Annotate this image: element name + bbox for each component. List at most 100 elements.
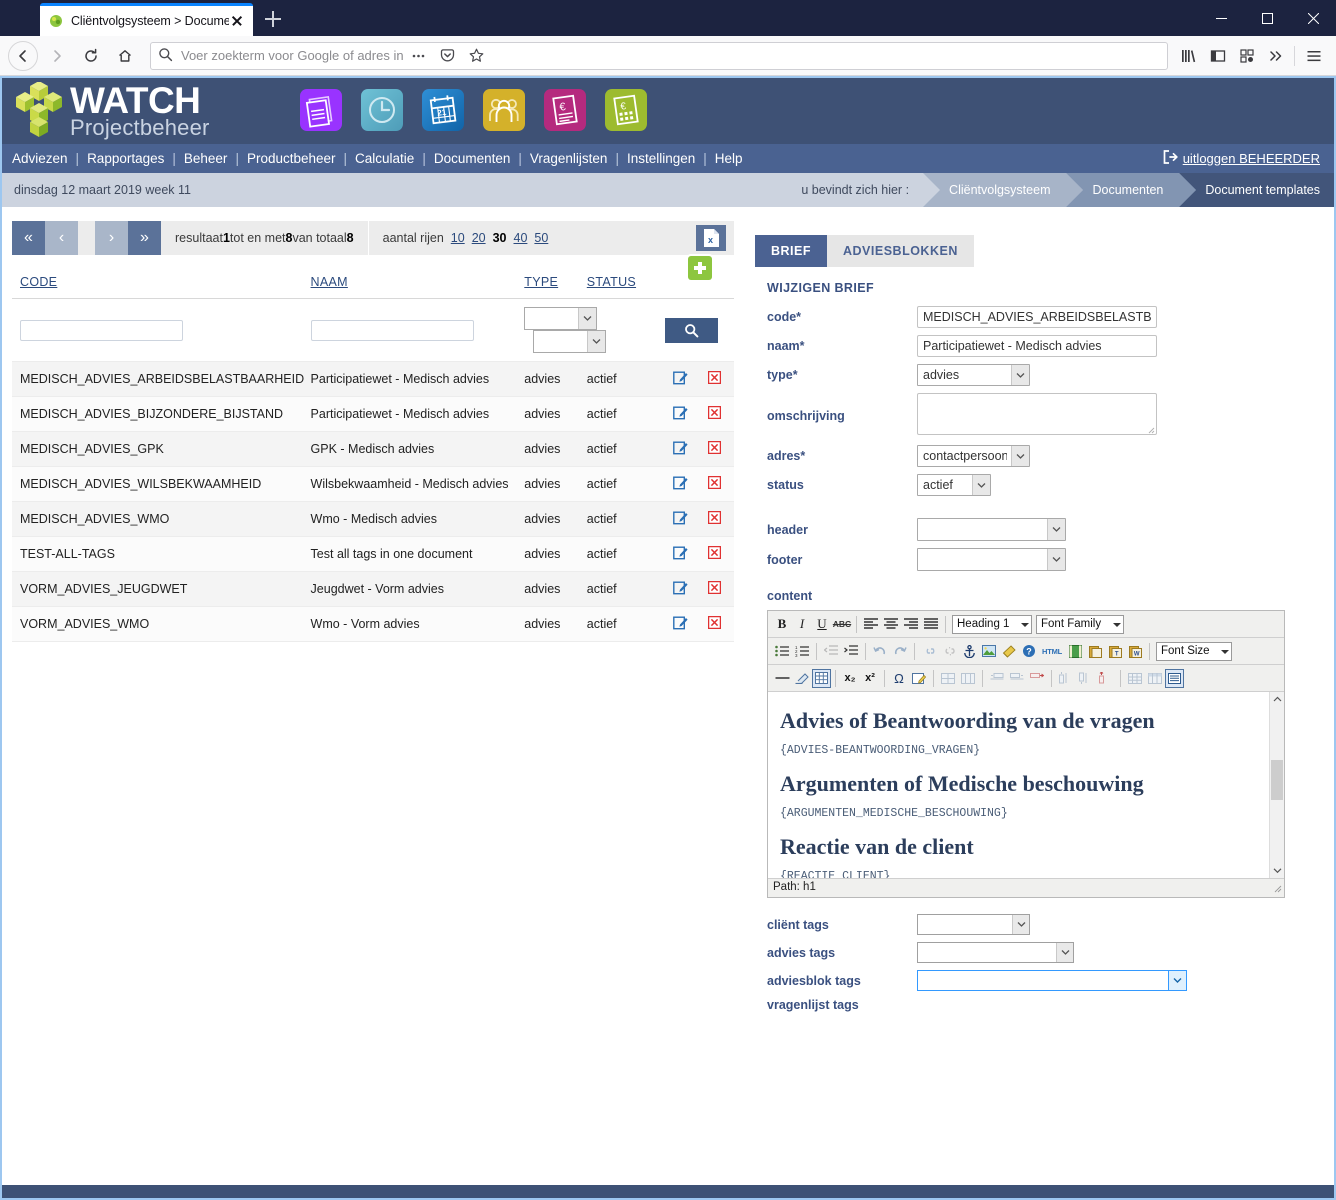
rows-option-30[interactable]: 30 (493, 231, 507, 245)
footer-select[interactable] (917, 548, 1066, 571)
adviesblok-tags-select[interactable] (917, 970, 1187, 991)
library-icon[interactable] (1174, 42, 1203, 70)
resize-handle-icon[interactable] (1147, 422, 1155, 437)
delete-icon[interactable] (708, 615, 722, 632)
table-row[interactable]: TEST-ALL-TAGS Test all tags in one docume… (12, 536, 734, 572)
menu-item-vragenlijsten[interactable]: Vragenlijsten (530, 151, 608, 166)
bullet-list-icon[interactable] (772, 641, 792, 661)
invoice-euro-icon[interactable]: € (543, 89, 586, 131)
sort-type[interactable]: TYPE (524, 275, 558, 289)
advies-tags-select[interactable] (917, 942, 1074, 963)
edit-icon[interactable] (673, 476, 688, 493)
browser-tab[interactable]: Cliëntvolgsysteem > Documenten (40, 3, 253, 36)
format-select[interactable]: Heading 1 (952, 614, 1032, 634)
people-icon[interactable] (482, 89, 525, 131)
logout-button[interactable]: uitloggen BEHEERDER (1163, 150, 1320, 167)
menu-item-adviezen[interactable]: Adviezen (12, 151, 68, 166)
editor-scrollbar[interactable] (1269, 692, 1284, 878)
filter-naam-input[interactable] (310, 319, 474, 341)
menu-item-calculatie[interactable]: Calculatie (355, 151, 414, 166)
align-left-icon[interactable] (861, 614, 881, 634)
add-template-button[interactable] (688, 256, 712, 280)
pocket-icon[interactable] (433, 42, 462, 70)
url-bar[interactable]: Voer zoekterm voor Google of adres in (150, 41, 1168, 70)
undo-icon[interactable] (870, 641, 890, 661)
table-row[interactable]: MEDISCH_ADVIES_BIJZONDERE_BIJSTAND Partic… (12, 396, 734, 432)
edit-icon[interactable] (673, 511, 688, 528)
sort-code[interactable]: CODE (20, 275, 57, 289)
media-icon[interactable] (1065, 641, 1085, 661)
table-cell-props-icon[interactable] (1145, 668, 1165, 688)
chevron-double-right-icon[interactable] (1261, 42, 1290, 70)
screenshot-icon[interactable] (1232, 42, 1261, 70)
redo-icon[interactable] (890, 641, 910, 661)
window-minimize-button[interactable] (1198, 0, 1244, 36)
outdent-icon[interactable] (821, 641, 841, 661)
bold-icon[interactable]: B (772, 614, 792, 634)
table-row[interactable]: MEDISCH_ADVIES_ARBEIDSBELASTBAARHEID Part… (12, 361, 734, 397)
fontsize-select[interactable]: Font Size (1156, 641, 1232, 661)
fontfamily-select[interactable]: Font Family (1036, 614, 1124, 634)
remove-format-icon[interactable] (792, 668, 812, 688)
paste-text-icon[interactable]: T (1105, 641, 1125, 661)
breadcrumb-item-clientvolgsysteem[interactable]: Cliëntvolgsysteem (923, 173, 1084, 207)
table-row[interactable]: VORM_ADVIES_WMO Wmo - Vorm advies advies ac… (12, 606, 734, 642)
edit-icon[interactable] (673, 406, 688, 423)
edit-source-icon[interactable] (909, 668, 929, 688)
documents-icon[interactable] (299, 89, 342, 131)
app-logo[interactable]: WATCH Projectbeheer (10, 81, 210, 139)
menu-item-documenten[interactable]: Documenten (434, 151, 511, 166)
back-arrow-icon[interactable] (8, 40, 38, 71)
tab-adviesblokken[interactable]: ADVIESBLOKKEN (827, 235, 974, 267)
reload-icon[interactable] (76, 41, 106, 71)
scroll-up-icon[interactable] (1270, 692, 1284, 707)
table-row[interactable]: MEDISCH_ADVIES_WILSBEKWAAMHEID Wilsbekwaa… (12, 466, 734, 502)
special-character-icon[interactable]: Ω (889, 668, 909, 688)
italic-icon[interactable]: I (792, 614, 812, 634)
superscript-icon[interactable]: x² (860, 668, 880, 688)
calculator-euro-icon[interactable]: € (604, 89, 647, 131)
rows-option-10[interactable]: 10 (451, 231, 465, 245)
menu-item-productbeheer[interactable]: Productbeheer (247, 151, 336, 166)
html-source-icon[interactable]: HTML (1039, 641, 1065, 661)
split-cells-icon[interactable] (958, 668, 978, 688)
menu-item-help[interactable]: Help (715, 151, 743, 166)
window-close-button[interactable] (1290, 0, 1336, 36)
scroll-down-icon[interactable] (1270, 863, 1284, 878)
insert-column-after-icon[interactable] (1076, 668, 1096, 688)
cleanup-icon[interactable] (999, 641, 1019, 661)
edit-icon[interactable] (673, 441, 688, 458)
delete-icon[interactable] (708, 580, 722, 597)
align-right-icon[interactable] (901, 614, 921, 634)
status-select[interactable]: actief (917, 474, 991, 496)
menu-item-beheer[interactable]: Beheer (184, 151, 228, 166)
edit-icon[interactable] (673, 371, 688, 388)
rows-option-20[interactable]: 20 (472, 231, 486, 245)
subscript-icon[interactable]: x₂ (840, 668, 860, 688)
rows-option-40[interactable]: 40 (514, 231, 528, 245)
pagination-next-button[interactable]: › (95, 221, 128, 255)
table-row[interactable]: MEDISCH_ADVIES_WMO Wmo - Medisch advies ad… (12, 501, 734, 537)
clock-icon[interactable] (360, 89, 403, 131)
delete-icon[interactable] (708, 440, 722, 457)
table-props-icon[interactable] (1165, 668, 1184, 688)
delete-icon[interactable] (708, 370, 722, 387)
insert-row-after-icon[interactable] (1007, 668, 1027, 688)
home-icon[interactable] (110, 41, 140, 71)
header-select[interactable] (917, 518, 1066, 541)
insert-table-icon[interactable] (812, 668, 831, 688)
delete-icon[interactable] (708, 510, 722, 527)
editor-resize-handle-icon[interactable] (1273, 884, 1282, 896)
code-input[interactable] (917, 306, 1157, 328)
indent-icon[interactable] (841, 641, 861, 661)
delete-row-icon[interactable] (1027, 668, 1047, 688)
tab-close-icon[interactable] (229, 13, 245, 29)
star-icon[interactable] (462, 42, 491, 70)
filter-code-input[interactable] (20, 319, 183, 341)
edit-icon[interactable] (673, 581, 688, 598)
pagination-prev-button[interactable]: ‹ (45, 221, 78, 255)
horizontal-rule-icon[interactable] (772, 668, 792, 688)
forward-arrow-icon[interactable] (42, 41, 72, 71)
filter-status-select[interactable] (533, 330, 607, 353)
calendar-icon[interactable]: 21 (421, 89, 464, 131)
